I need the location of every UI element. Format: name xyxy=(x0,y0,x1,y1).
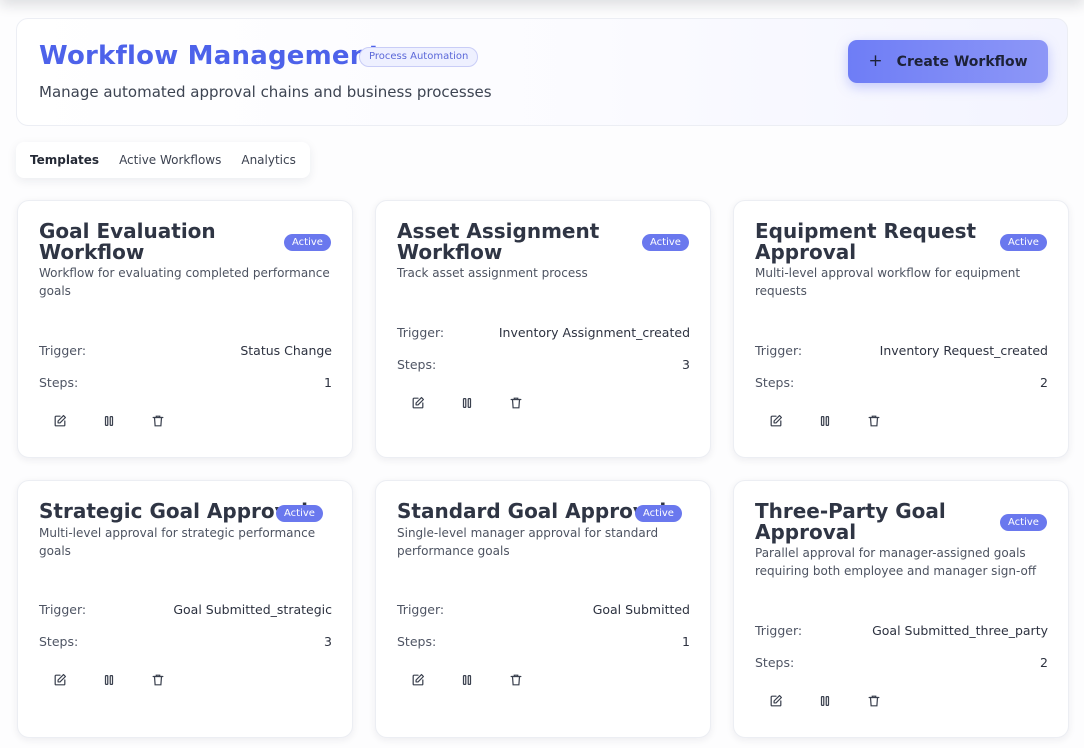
workflow-description: Workflow for evaluating completed perfor… xyxy=(39,266,330,298)
steps-value: 1 xyxy=(324,375,332,390)
steps-value: 1 xyxy=(682,634,690,649)
edit-icon[interactable] xyxy=(767,412,785,430)
card-actions xyxy=(409,671,525,689)
workflow-title: Equipment Request Approval xyxy=(755,219,977,264)
trigger-row: Trigger: Inventory Assignment_created xyxy=(397,325,690,340)
steps-label: Steps: xyxy=(397,634,437,649)
steps-label: Steps: xyxy=(755,375,795,390)
pause-icon[interactable] xyxy=(100,671,118,689)
process-automation-badge: Process Automation xyxy=(359,47,479,67)
card-actions xyxy=(767,692,883,710)
trigger-label: Trigger: xyxy=(397,325,445,340)
steps-row: Steps: 3 xyxy=(397,357,690,372)
page-header: Workflow Management Process Automation M… xyxy=(16,18,1068,126)
workflow-title: Goal Evaluation Workflow xyxy=(39,219,216,264)
edit-icon[interactable] xyxy=(409,394,427,412)
workflow-card[interactable]: Strategic Goal Approval Active Multi-lev… xyxy=(17,480,353,738)
trigger-row: Trigger: Inventory Request_created xyxy=(755,343,1048,358)
trash-icon[interactable] xyxy=(507,394,525,412)
status-badge: Active xyxy=(642,234,689,251)
trigger-row: Trigger: Goal Submitted xyxy=(397,602,690,617)
edit-icon[interactable] xyxy=(767,692,785,710)
card-actions xyxy=(51,412,167,430)
trigger-label: Trigger: xyxy=(755,343,803,358)
plus-icon: + xyxy=(868,51,883,71)
trash-icon[interactable] xyxy=(149,412,167,430)
page-subtitle: Manage automated approval chains and bus… xyxy=(39,83,492,101)
trigger-label: Trigger: xyxy=(397,602,445,617)
steps-value: 2 xyxy=(1040,655,1048,670)
status-badge: Active xyxy=(635,505,682,522)
steps-row: Steps: 1 xyxy=(397,634,690,649)
edit-icon[interactable] xyxy=(51,412,69,430)
steps-value: 3 xyxy=(682,357,690,372)
card-actions xyxy=(409,394,525,412)
workflow-description: Single-level manager approval for standa… xyxy=(397,526,659,558)
steps-label: Steps: xyxy=(39,375,79,390)
steps-value: 3 xyxy=(324,634,332,649)
workflow-card[interactable]: Standard Goal Approval Active Single-lev… xyxy=(375,480,711,738)
edit-icon[interactable] xyxy=(51,671,69,689)
status-badge: Active xyxy=(284,234,331,251)
tab-active-workflows[interactable]: Active Workflows xyxy=(109,147,231,173)
page-title: Workflow Management xyxy=(39,41,382,71)
trash-icon[interactable] xyxy=(865,412,883,430)
trigger-value: Status Change xyxy=(240,343,332,358)
workflow-card[interactable]: Asset Assignment Workflow Active Track a… xyxy=(375,200,711,458)
trigger-label: Trigger: xyxy=(39,602,87,617)
trigger-value: Goal Submitted_three_party xyxy=(872,623,1048,638)
steps-label: Steps: xyxy=(39,634,79,649)
workflow-title: Asset Assignment Workflow xyxy=(397,219,600,264)
trigger-label: Trigger: xyxy=(755,623,803,638)
steps-row: Steps: 3 xyxy=(39,634,332,649)
pause-icon[interactable] xyxy=(816,412,834,430)
trash-icon[interactable] xyxy=(865,692,883,710)
workflow-description: Multi-level approval for strategic perfo… xyxy=(39,526,316,558)
create-workflow-button[interactable]: + Create Workflow xyxy=(848,40,1048,83)
tab-bar: Templates Active Workflows Analytics xyxy=(16,142,310,178)
tab-analytics[interactable]: Analytics xyxy=(231,147,306,173)
trigger-row: Trigger: Goal Submitted_three_party xyxy=(755,623,1048,638)
workflow-description: Parallel approval for manager-assigned g… xyxy=(755,546,1037,578)
steps-row: Steps: 2 xyxy=(755,655,1048,670)
card-actions xyxy=(51,671,167,689)
pause-icon[interactable] xyxy=(100,412,118,430)
trigger-value: Inventory Request_created xyxy=(879,343,1048,358)
workflow-card[interactable]: Three-Party Goal Approval Active Paralle… xyxy=(733,480,1069,738)
pause-icon[interactable] xyxy=(458,671,476,689)
create-workflow-label: Create Workflow xyxy=(896,53,1028,70)
trigger-row: Trigger: Status Change xyxy=(39,343,332,358)
pause-icon[interactable] xyxy=(816,692,834,710)
steps-label: Steps: xyxy=(755,655,795,670)
edit-icon[interactable] xyxy=(409,671,427,689)
status-badge: Active xyxy=(1000,514,1047,531)
trigger-label: Trigger: xyxy=(39,343,87,358)
workflow-title: Three-Party Goal Approval xyxy=(755,499,946,544)
workflow-card[interactable]: Goal Evaluation Workflow Active Workflow… xyxy=(17,200,353,458)
trash-icon[interactable] xyxy=(507,671,525,689)
trigger-value: Goal Submitted_strategic xyxy=(173,602,332,617)
trigger-value: Goal Submitted xyxy=(592,602,690,617)
trigger-row: Trigger: Goal Submitted_strategic xyxy=(39,602,332,617)
pause-icon[interactable] xyxy=(458,394,476,412)
trigger-value: Inventory Assignment_created xyxy=(498,325,690,340)
trash-icon[interactable] xyxy=(149,671,167,689)
steps-value: 2 xyxy=(1040,375,1048,390)
status-badge: Active xyxy=(1000,234,1047,251)
card-actions xyxy=(767,412,883,430)
workflow-description: Multi-level approval workflow for equipm… xyxy=(755,266,1021,298)
steps-label: Steps: xyxy=(397,357,437,372)
steps-row: Steps: 1 xyxy=(39,375,332,390)
steps-row: Steps: 2 xyxy=(755,375,1048,390)
workflow-card[interactable]: Equipment Request Approval Active Multi-… xyxy=(733,200,1069,458)
tab-templates[interactable]: Templates xyxy=(20,147,109,173)
status-badge: Active xyxy=(276,505,323,522)
workflow-description: Track asset assignment process xyxy=(397,266,588,280)
